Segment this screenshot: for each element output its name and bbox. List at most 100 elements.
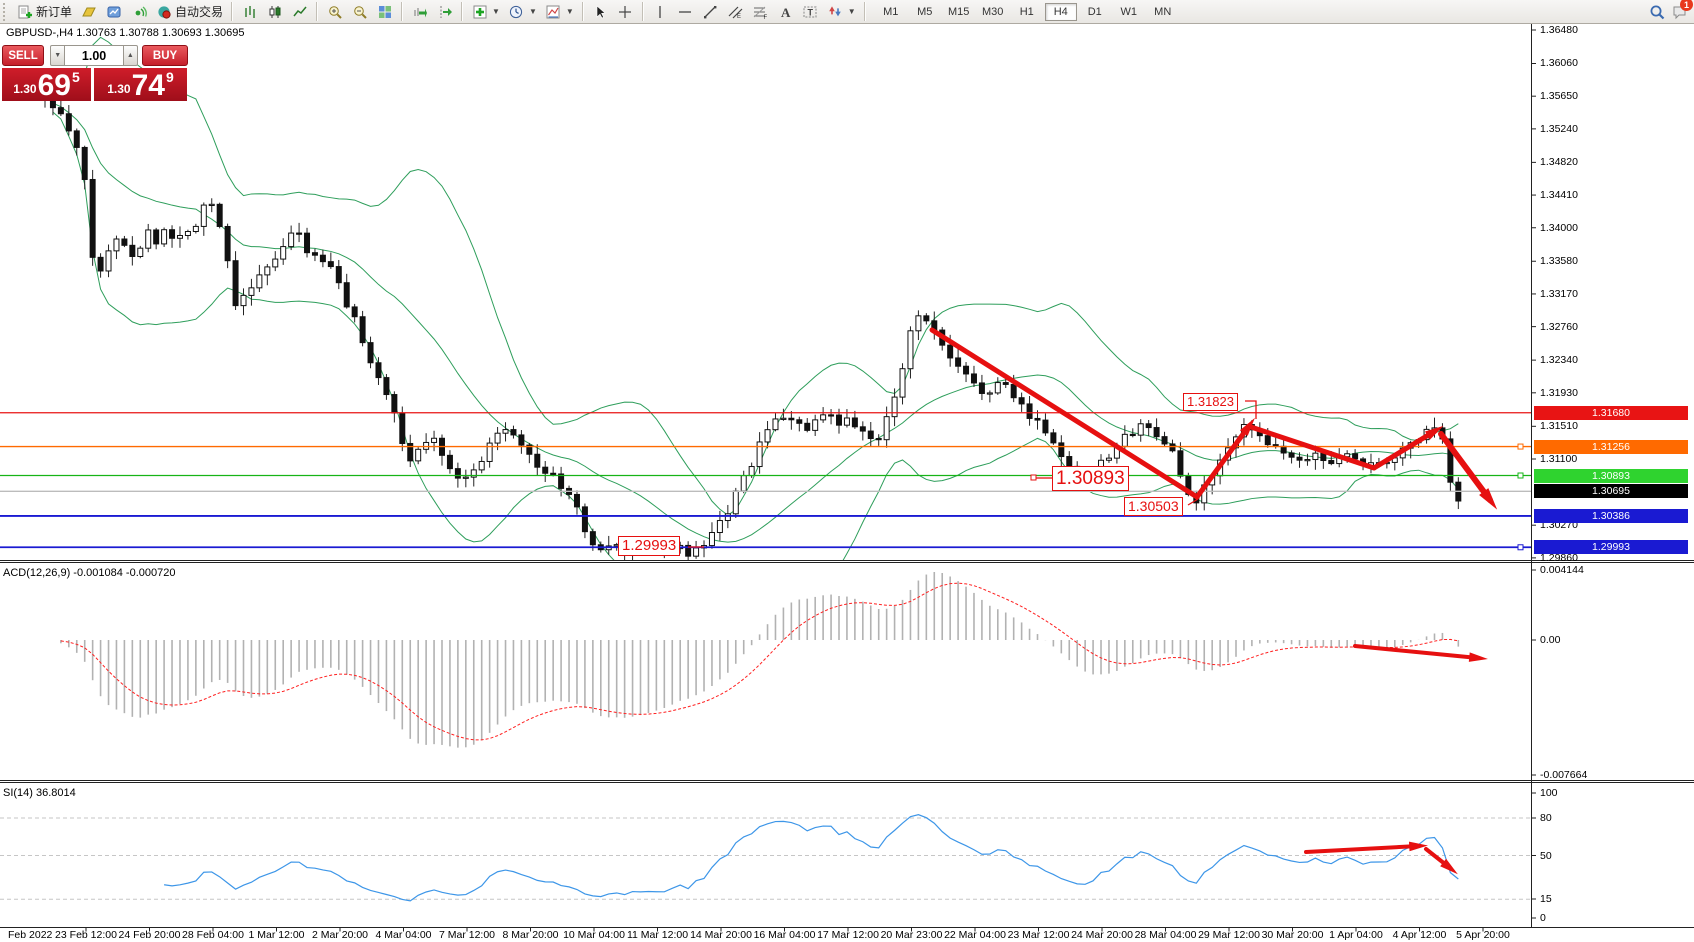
svg-text:T: T xyxy=(808,7,814,17)
zoom-in-icon xyxy=(326,3,343,20)
tile-windows-icon xyxy=(376,3,393,20)
autotrading-button[interactable]: 自动交易 xyxy=(151,2,227,21)
buy-button[interactable]: BUY xyxy=(142,45,188,66)
vertical-line-icon xyxy=(652,3,669,20)
line-chart-button[interactable] xyxy=(287,2,312,21)
timeframe-button-m5[interactable]: M5 xyxy=(909,3,941,21)
toolbar-separator xyxy=(582,2,584,21)
buy-price-big: 74 xyxy=(132,72,165,99)
buy-price-pip: 9 xyxy=(166,69,174,85)
autotrading-icon xyxy=(155,3,172,20)
sell-price-big: 69 xyxy=(38,72,71,99)
sell-button[interactable]: SELL xyxy=(2,45,44,66)
market-watch-icon xyxy=(80,3,97,20)
buy-price-prefix: 1.30 xyxy=(107,82,130,96)
chevron-down-icon: ▼ xyxy=(848,7,856,16)
toolbar-separator xyxy=(642,2,644,21)
fibonacci-button[interactable]: F xyxy=(748,2,773,21)
crosshair-button[interactable] xyxy=(613,2,638,21)
timeframe-button-w1[interactable]: W1 xyxy=(1113,3,1145,21)
periods-button[interactable]: ▼ xyxy=(504,2,541,21)
navigator-button[interactable] xyxy=(101,2,126,21)
equidistant-channel-icon: E xyxy=(727,3,744,20)
search-icon[interactable] xyxy=(1648,3,1665,20)
candlestick-chart-icon xyxy=(266,3,283,20)
timeframe-button-mn[interactable]: MN xyxy=(1147,3,1179,21)
sell-price-prefix: 1.30 xyxy=(13,82,36,96)
text-button[interactable]: A xyxy=(773,2,798,21)
arrows-button[interactable]: ▼ xyxy=(823,2,860,21)
trendline-button[interactable] xyxy=(698,2,723,21)
timeframe-button-d1[interactable]: D1 xyxy=(1079,3,1111,21)
text-label-button[interactable]: T xyxy=(798,2,823,21)
chart-shift-icon xyxy=(436,3,453,20)
zoom-out-icon xyxy=(351,3,368,20)
signals-button[interactable] xyxy=(126,2,151,21)
bar-chart-icon xyxy=(241,3,258,20)
line-chart-icon xyxy=(291,3,308,20)
chevron-down-icon: ▼ xyxy=(529,7,537,16)
chevron-down-icon: ▼ xyxy=(492,7,500,16)
navigator-icon xyxy=(105,3,122,20)
timeframe-button-m15[interactable]: M15 xyxy=(943,3,975,21)
svg-text:E: E xyxy=(737,14,741,20)
template-icon xyxy=(545,3,562,20)
tile-windows-button[interactable] xyxy=(372,2,397,21)
indicators-button[interactable]: ▼ xyxy=(467,2,504,21)
clock-icon xyxy=(508,3,525,20)
volume-increase-button[interactable]: ▲ xyxy=(123,45,138,66)
toolbar-separator xyxy=(401,2,403,21)
arrows-icon xyxy=(827,3,844,20)
toolbar-separator xyxy=(864,2,866,21)
timeframe-button-m1[interactable]: M1 xyxy=(875,3,907,21)
templates-button[interactable]: ▼ xyxy=(541,2,578,21)
cursor-button[interactable] xyxy=(588,2,613,21)
volume-input[interactable]: 1.00 xyxy=(65,45,122,66)
horizontal-line-button[interactable] xyxy=(673,2,698,21)
volume-decrease-button[interactable]: ▼ xyxy=(50,45,65,66)
text-icon: A xyxy=(777,3,794,20)
chart-shift-button[interactable] xyxy=(432,2,457,21)
new-order-icon xyxy=(16,3,33,20)
equidistant-channel-button[interactable]: E xyxy=(723,2,748,21)
auto-scroll-icon xyxy=(411,3,428,20)
toolbar-right: 1 xyxy=(1648,3,1694,20)
text-label-icon: T xyxy=(802,3,819,20)
new-order-button[interactable]: 新订单 xyxy=(12,2,76,21)
toolbar-separator xyxy=(316,2,318,21)
crosshair-icon xyxy=(617,3,634,20)
mt4-terminal: 新订单 自动交易 ▼ ▼ ▼ E F A T ▼ xyxy=(0,0,1694,942)
autotrading-label: 自动交易 xyxy=(175,3,223,20)
sell-price-pip: 5 xyxy=(72,69,80,85)
fibonacci-icon: F xyxy=(752,3,769,20)
buy-price-display[interactable]: 1.30 74 9 xyxy=(94,68,187,101)
signals-icon xyxy=(130,3,147,20)
timeframe-strip: M1M5M15M30H1H4D1W1MN xyxy=(874,3,1180,21)
indicators-icon xyxy=(471,3,488,20)
notification-badge: 1 xyxy=(1680,0,1693,11)
notifications-button[interactable]: 1 xyxy=(1671,3,1688,20)
timeframe-button-h1[interactable]: H1 xyxy=(1011,3,1043,21)
timeframe-button-h4[interactable]: H4 xyxy=(1045,3,1077,21)
horizontal-line-icon xyxy=(677,3,694,20)
trendline-icon xyxy=(702,3,719,20)
candlestick-chart-button[interactable] xyxy=(262,2,287,21)
zoom-in-button[interactable] xyxy=(322,2,347,21)
market-watch-button[interactable] xyxy=(76,2,101,21)
toolbar-separator xyxy=(231,2,233,21)
svg-text:F: F xyxy=(764,15,768,20)
sell-price-display[interactable]: 1.30 69 5 xyxy=(2,68,91,101)
main-toolbar: 新订单 自动交易 ▼ ▼ ▼ E F A T ▼ xyxy=(0,0,1694,24)
svg-text:A: A xyxy=(781,5,791,20)
vertical-line-button[interactable] xyxy=(648,2,673,21)
bar-chart-button[interactable] xyxy=(237,2,262,21)
toolbar-grip[interactable] xyxy=(3,3,9,21)
one-click-trading-panel: SELL ▼ 1.00 ▲ BUY 1.30 69 5 1.30 74 9 xyxy=(2,45,188,101)
auto-scroll-button[interactable] xyxy=(407,2,432,21)
zoom-out-button[interactable] xyxy=(347,2,372,21)
toolbar-separator xyxy=(461,2,463,21)
timeframe-button-m30[interactable]: M30 xyxy=(977,3,1009,21)
chart-canvas[interactable] xyxy=(0,0,1694,942)
new-order-label: 新订单 xyxy=(36,3,72,20)
cursor-icon xyxy=(592,3,609,20)
